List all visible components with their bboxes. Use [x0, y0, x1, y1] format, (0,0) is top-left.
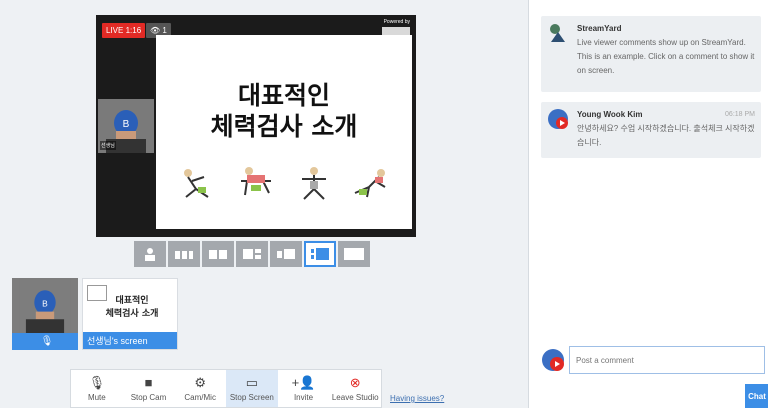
- camera-thumbnail: B: [19, 278, 71, 333]
- slide-title-line-2: 체력검사 소개: [210, 112, 358, 141]
- broadcast-stage: LIVE 1:16 👁 1 Powered by B 선생님 대표적인 체력검사…: [96, 15, 416, 237]
- comment-author: StreamYard: [577, 24, 622, 33]
- layout-selector: [134, 241, 370, 267]
- monitor-icon: ▭: [245, 374, 258, 390]
- svg-text:B: B: [123, 119, 130, 130]
- comment-text: Live viewer comments show up on StreamYa…: [577, 38, 755, 75]
- chat-comment[interactable]: Young Wook Kim 06:18 PM 안녕하세요? 수업 시작하겠습니…: [541, 102, 761, 158]
- gear-icon: ⚙: [194, 374, 206, 390]
- eye-icon: 👁: [150, 26, 161, 35]
- presenter-name: 선생님: [100, 141, 116, 150]
- fitness-figure-4: [349, 163, 391, 203]
- layout-solo-button[interactable]: [134, 241, 166, 267]
- presenter-camera: B 선생님: [98, 99, 154, 153]
- stop-cam-label: Stop Cam: [130, 392, 167, 402]
- studio-main: LIVE 1:16 👁 1 Powered by B 선생님 대표적인 체력검사…: [0, 0, 528, 408]
- powered-by-text: Powered by: [383, 19, 410, 25]
- camera-tile-bar: 🎙: [12, 333, 78, 350]
- live-badge: LIVE 1:16: [102, 23, 146, 38]
- invite-button[interactable]: +👤 Invite: [278, 370, 330, 407]
- camera-icon: ■: [144, 374, 153, 390]
- fitness-figure-3: [292, 163, 334, 203]
- chat-comment[interactable]: StreamYard Live viewer comments show up …: [541, 16, 761, 92]
- screen-source-tile[interactable]: 대표적인 체력검사 소개 선생님's screen: [82, 278, 178, 350]
- chat-send-button[interactable]: Chat: [745, 384, 768, 408]
- slide-illustrations: [170, 163, 398, 203]
- chat-panel: StreamYard Live viewer comments show up …: [528, 0, 768, 408]
- add-user-icon: +👤: [291, 374, 316, 390]
- fitness-figure-1: [178, 163, 220, 203]
- chat-user-avatar: [542, 349, 564, 371]
- layout-thin-button[interactable]: [168, 241, 200, 267]
- streamyard-logo-icon: [550, 24, 565, 42]
- layout-group-button[interactable]: [202, 241, 234, 267]
- comment-text: 안녕하세요? 수업 시작하겠습니다. 출석체크 시작하겠습니다.: [577, 124, 755, 147]
- stop-screen-button[interactable]: ▭ Stop Screen: [226, 370, 278, 407]
- layout-leader-button[interactable]: [236, 241, 268, 267]
- slide-title-line-1: 대표적인: [237, 81, 330, 110]
- comment-author: Young Wook Kim: [577, 110, 643, 119]
- invite-label: Invite: [293, 392, 314, 402]
- studio-toolbar: 🎙 Mute ■ Stop Cam ⚙ Cam/Mic ▭ Stop Screen +👤…: [70, 369, 382, 408]
- comment-time: 06:18 PM: [725, 111, 755, 118]
- fitness-figure-2: [235, 163, 277, 203]
- layout-fullscreen-button[interactable]: [338, 241, 370, 267]
- microphone-icon[interactable]: 🎙: [41, 336, 54, 347]
- slide-title: 대표적인 체력검사 소개: [156, 80, 412, 142]
- stop-cam-button[interactable]: ■ Stop Cam: [123, 370, 175, 407]
- powered-by: Powered by: [382, 19, 410, 36]
- camera-source-tile[interactable]: B 🎙: [12, 278, 78, 350]
- screen-thumbnail-title-2: 체력검사 소개: [105, 309, 159, 319]
- cam-mic-settings-button[interactable]: ⚙ Cam/Mic: [174, 370, 226, 407]
- screen-thumbnail-title-1: 대표적인: [115, 296, 149, 306]
- having-issues-link[interactable]: Having issues?: [390, 394, 444, 403]
- svg-text:B: B: [42, 298, 48, 308]
- viewer-count-value: 1: [162, 26, 167, 35]
- close-circle-icon: ⊗: [349, 374, 361, 390]
- comment-input-wrapper: [569, 346, 765, 374]
- leave-studio-label: Leave Studio: [331, 392, 379, 402]
- comment-input[interactable]: [570, 347, 764, 373]
- shared-screen-slide: 대표적인 체력검사 소개: [156, 35, 412, 229]
- mute-label: Mute: [87, 392, 106, 402]
- screen-thumbnail-title: 대표적인 체력검사 소개: [97, 295, 167, 321]
- cam-mic-label: Cam/Mic: [184, 392, 216, 402]
- layout-pip-button[interactable]: [304, 241, 336, 267]
- screen-tile-label: 선생님's screen: [83, 332, 177, 349]
- microphone-icon: 🎙: [88, 374, 106, 390]
- youtube-user-avatar: [548, 109, 568, 129]
- leave-studio-button[interactable]: ⊗ Leave Studio: [329, 370, 381, 407]
- layout-sidebar-button[interactable]: [270, 241, 302, 267]
- mute-button[interactable]: 🎙 Mute: [71, 370, 123, 407]
- stop-screen-label: Stop Screen: [229, 392, 274, 402]
